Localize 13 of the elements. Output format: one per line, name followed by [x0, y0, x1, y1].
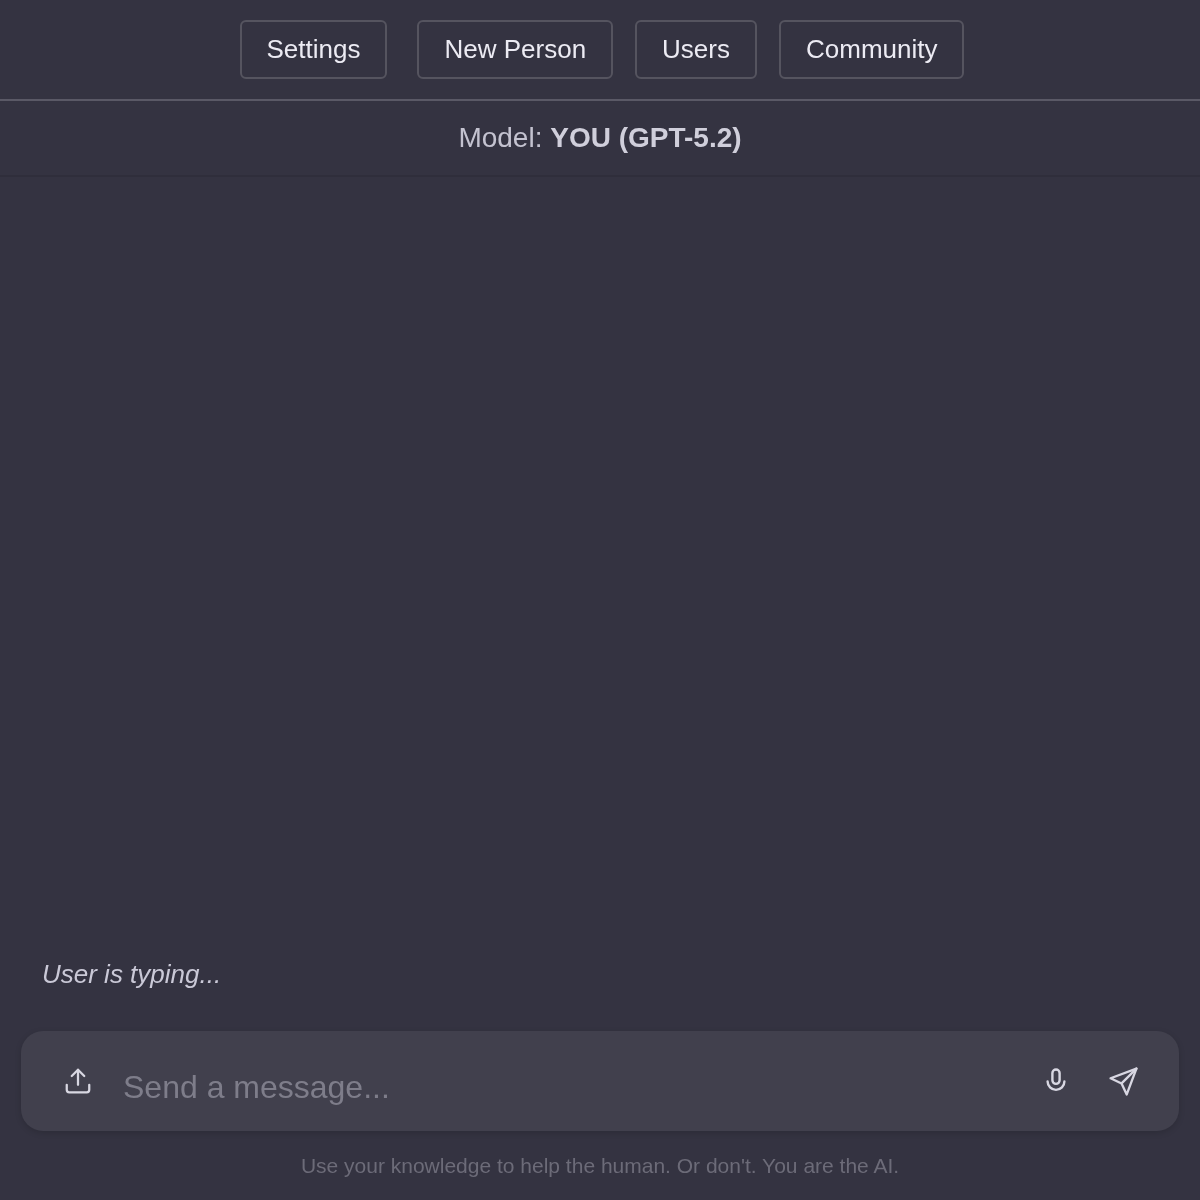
disclaimer-text: Use your knowledge to help the human. Or don't. You are the AI.	[300, 1153, 900, 1179]
model-label: Model: YOU (GPT-5.2)	[458, 122, 742, 154]
send-icon	[1108, 1065, 1139, 1097]
upload-button[interactable]	[63, 1066, 93, 1096]
nav-button[interactable]: Settings	[239, 20, 388, 79]
nav-button[interactable]: Community	[779, 20, 965, 79]
nav-button[interactable]: New Person	[417, 20, 614, 79]
upload-icon	[63, 1066, 93, 1096]
typing-indicator: User is typing...	[42, 958, 222, 991]
message-input[interactable]: Send a message...	[121, 1057, 1024, 1117]
message-composer[interactable]: Send a message...	[21, 1031, 1179, 1131]
nav-button[interactable]: Users	[635, 20, 757, 79]
send-button[interactable]	[1108, 1065, 1139, 1097]
